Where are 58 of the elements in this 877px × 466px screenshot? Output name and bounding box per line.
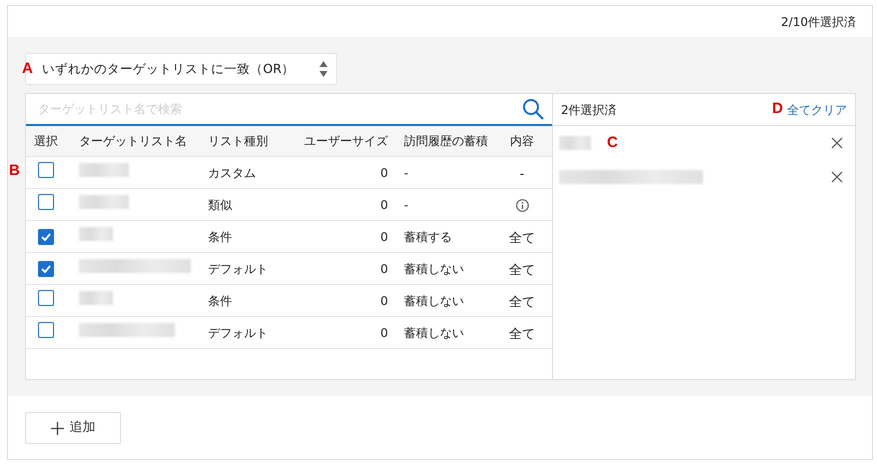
table-cell: 蓄積しない (404, 294, 464, 308)
table-cell: 全て (509, 230, 535, 246)
close-button[interactable] (831, 171, 843, 183)
table-cell: デフォルト (208, 262, 268, 276)
table-cell: 蓄積する (404, 230, 452, 244)
checkbox[interactable] (38, 290, 54, 306)
table-cell: デフォルト (208, 326, 268, 340)
checkbox[interactable] (38, 194, 54, 210)
checkbox[interactable] (38, 260, 54, 276)
info-icon[interactable] (516, 198, 528, 212)
table-cell: 類似 (208, 198, 232, 212)
table-cell: 0 (380, 230, 388, 244)
redacted-text (79, 227, 113, 241)
table-cell: 0 (380, 294, 388, 308)
column-header: リスト種別 (208, 133, 269, 150)
annotation-label: D (772, 99, 783, 120)
plus-icon (50, 422, 64, 434)
check-icon (41, 232, 51, 240)
table-cell: 条件 (208, 294, 232, 308)
annotation-label: B (9, 161, 20, 181)
clear-all-link[interactable]: 全てクリア (787, 100, 847, 118)
redacted-text (79, 195, 129, 209)
checkbox[interactable] (38, 162, 54, 178)
annotation-label: C (607, 132, 618, 153)
table-cell: 蓄積しない (404, 326, 464, 340)
panel-title: 2件選択済 (561, 102, 617, 118)
table-cell: 0 (380, 326, 388, 340)
table-cell: 全て (509, 294, 535, 310)
redacted-text (79, 163, 129, 177)
selection-count: 2/10件選択済 (781, 14, 856, 30)
table-cell: カスタム (208, 166, 256, 180)
sort-arrows-icon (319, 60, 328, 78)
table-cell: - (520, 166, 524, 182)
table-cell: - (404, 166, 408, 180)
column-header: 訪問履歴の蓄積 (403, 133, 489, 150)
match-select[interactable]: A いずれかのターゲットリストに一致（OR） (25, 53, 337, 85)
table-cell: 全て (509, 326, 535, 342)
redacted-text (79, 291, 113, 305)
column-header: ターゲットリスト名 (78, 133, 188, 150)
table-cell: 0 (380, 198, 388, 212)
table-cell: 全て (509, 262, 535, 278)
select-value: いずれかのターゲットリストに一致（OR） (41, 60, 296, 78)
redacted-text (559, 136, 591, 150)
column-header: 内容 (509, 133, 535, 150)
close-button[interactable] (831, 137, 843, 149)
column-header: ユーザーサイズ (303, 133, 388, 150)
table-cell: - (404, 198, 408, 212)
check-icon (41, 264, 51, 272)
table-cell: 0 (380, 262, 388, 276)
search-icon[interactable] (522, 98, 544, 120)
annotation-label: A (22, 58, 33, 79)
checkbox[interactable] (38, 322, 54, 338)
add-button[interactable]: 追加 (25, 412, 121, 444)
checkbox[interactable] (38, 228, 54, 244)
column-header: 選択 (33, 133, 59, 150)
table-cell: 0 (380, 166, 388, 180)
table-cell: 蓄積しない (404, 262, 464, 276)
table-cell: 条件 (208, 230, 232, 244)
